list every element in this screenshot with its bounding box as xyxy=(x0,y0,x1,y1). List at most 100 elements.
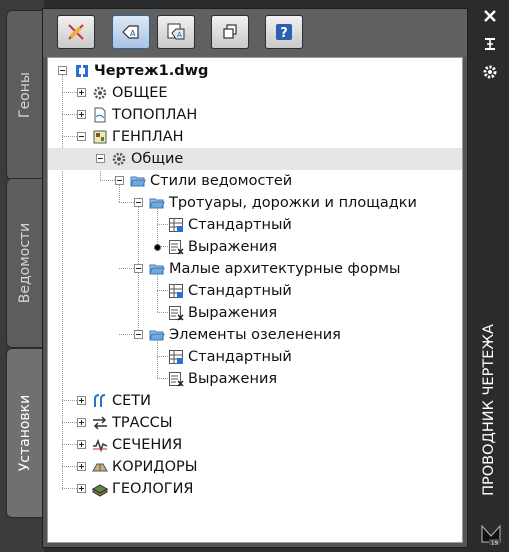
tree-node-label: ТОПОПЛАН xyxy=(112,107,198,123)
tree-node-label: Выражения xyxy=(188,239,278,255)
tree-node-label: ГЕОЛОГИЯ xyxy=(112,481,194,497)
stack-button[interactable] xyxy=(211,15,249,49)
tree-node-label: Чертеж1.dwg xyxy=(94,63,209,79)
table-icon xyxy=(169,284,183,298)
folder-icon xyxy=(149,330,165,341)
tree-node-label: ОБЩЕЕ xyxy=(112,85,168,101)
geology-icon xyxy=(92,484,108,497)
tree-node-label: СЕЧЕНИЯ xyxy=(112,437,183,453)
app-logo-icon: 19 xyxy=(481,524,501,546)
tree-node-label: Выражения xyxy=(188,305,278,321)
tree-node-corridors[interactable]: КОРИДОРЫ xyxy=(48,456,462,478)
expander-collapse[interactable] xyxy=(58,66,67,75)
tree-node-common[interactable]: Общие xyxy=(48,148,462,170)
expression-icon xyxy=(169,240,184,255)
tab-statements-label: Ведомости xyxy=(16,222,33,304)
tree-node-genplan[interactable]: ГЕНПЛАН xyxy=(48,126,462,148)
svg-text:A: A xyxy=(130,29,136,38)
tree-node-label: ТРАССЫ xyxy=(112,415,173,431)
table-icon xyxy=(169,218,183,232)
tree-node-geology[interactable]: ГЕОЛОГИЯ xyxy=(48,478,462,500)
help-button[interactable]: ? xyxy=(265,15,303,49)
expression-icon xyxy=(169,372,184,387)
tree-node-label: КОРИДОРЫ xyxy=(112,459,198,475)
tree-node-label: Общие xyxy=(131,151,184,167)
tree-node-networks[interactable]: СЕТИ xyxy=(48,390,462,412)
close-button[interactable] xyxy=(480,6,500,26)
expander-collapse[interactable] xyxy=(96,154,105,163)
tree-node-expressions[interactable]: Выражения xyxy=(48,368,462,390)
expander-collapse[interactable] xyxy=(134,264,143,273)
style-tag-button[interactable]: A xyxy=(112,15,150,49)
tree-node-expressions[interactable]: Выражения xyxy=(48,302,462,324)
current-marker xyxy=(154,244,161,251)
tab-settings-label: Установки xyxy=(16,394,33,472)
pencil-cross-icon xyxy=(68,24,84,40)
tree-node-sections[interactable]: СЕЧЕНИЯ xyxy=(48,434,462,456)
tree-view[interactable]: Чертеж1.dwg ОБЩЕЕ ТОПОПЛАН ГЕНПЛАН Общие… xyxy=(47,57,463,543)
corridor-icon xyxy=(92,463,108,472)
tree-node-routes[interactable]: ТРАССЫ xyxy=(48,412,462,434)
expander-expand[interactable] xyxy=(77,110,86,119)
plan-icon xyxy=(93,130,107,144)
expander-collapse[interactable] xyxy=(134,330,143,339)
tree-node-standard[interactable]: Стандартный xyxy=(48,280,462,302)
help-icon: ? xyxy=(276,24,292,41)
properties-button[interactable] xyxy=(480,62,500,82)
properties-icon xyxy=(483,65,497,79)
expander-collapse[interactable] xyxy=(77,132,86,141)
tree-node-label: Малые архитектурные формы xyxy=(169,261,401,277)
tree-node-statement-styles[interactable]: Стили ведомостей xyxy=(48,170,462,192)
side-tab-strip: Геоны Ведомости Установки xyxy=(0,0,44,552)
tree-node-landscaping[interactable]: Элементы озеленения xyxy=(48,324,462,346)
expander-collapse[interactable] xyxy=(134,198,143,207)
expander-expand[interactable] xyxy=(77,462,86,471)
table-icon xyxy=(169,350,183,364)
tree-node-general[interactable]: ОБЩЕЕ xyxy=(48,82,462,104)
tree-node-small-forms[interactable]: Малые архитектурные формы xyxy=(48,258,462,280)
tab-settings[interactable]: Установки xyxy=(6,348,42,518)
expander-collapse[interactable] xyxy=(115,176,124,185)
tree-node-label: Стандартный xyxy=(188,283,292,299)
expander-expand[interactable] xyxy=(77,418,86,427)
autohide-icon xyxy=(485,38,495,50)
svg-text:19: 19 xyxy=(491,540,498,546)
tag-list-button[interactable]: A xyxy=(157,15,195,49)
tree-node-label: Элементы озеленения xyxy=(169,327,341,343)
folder-icon xyxy=(149,264,165,275)
drawing-explorer-panel: A A ? Чертеж1.dwg ОБЩЕЕ ТОПОПЛАН ГЕНПЛАН… xyxy=(42,8,468,548)
gear-icon xyxy=(112,152,126,166)
tree-node-sidewalks[interactable]: Тротуары, дорожки и площадки xyxy=(48,192,462,214)
toolbar: A A ? xyxy=(43,9,467,57)
expression-icon xyxy=(169,306,184,321)
tree-node-drawing[interactable]: Чертеж1.dwg xyxy=(48,60,462,82)
tree-node-label: ГЕНПЛАН xyxy=(112,129,184,145)
folder-icon xyxy=(130,176,146,187)
tab-geons[interactable]: Геоны xyxy=(6,10,42,180)
close-icon xyxy=(484,10,496,22)
drawing-icon xyxy=(76,64,88,78)
tree-node-label: Стили ведомостей xyxy=(150,173,293,189)
section-icon xyxy=(93,438,108,453)
svg-text:A: A xyxy=(177,31,182,39)
tab-statements[interactable]: Ведомости xyxy=(6,178,42,348)
tree-node-label: Выражения xyxy=(188,371,278,387)
tree-node-label: Стандартный xyxy=(188,217,292,233)
autohide-button[interactable] xyxy=(480,34,500,54)
tree-node-topoplan[interactable]: ТОПОПЛАН xyxy=(48,104,462,126)
tag-icon: A xyxy=(122,25,139,39)
tree-node-label: Тротуары, дорожки и площадки xyxy=(169,195,417,211)
expander-expand[interactable] xyxy=(77,440,86,449)
tree-node-standard[interactable]: Стандартный xyxy=(48,346,462,368)
tag-list-icon: A xyxy=(167,23,185,40)
gear-icon xyxy=(93,86,107,100)
expander-expand[interactable] xyxy=(77,484,86,493)
expander-expand[interactable] xyxy=(77,396,86,405)
tree-node-label: Стандартный xyxy=(188,349,292,365)
tree-node-standard[interactable]: Стандартный xyxy=(48,214,462,236)
tree-node-expressions[interactable]: Выражения xyxy=(48,236,462,258)
tab-geons-label: Геоны xyxy=(16,72,33,118)
network-icon xyxy=(94,394,106,407)
edit-button[interactable] xyxy=(57,15,95,49)
expander-expand[interactable] xyxy=(77,88,86,97)
